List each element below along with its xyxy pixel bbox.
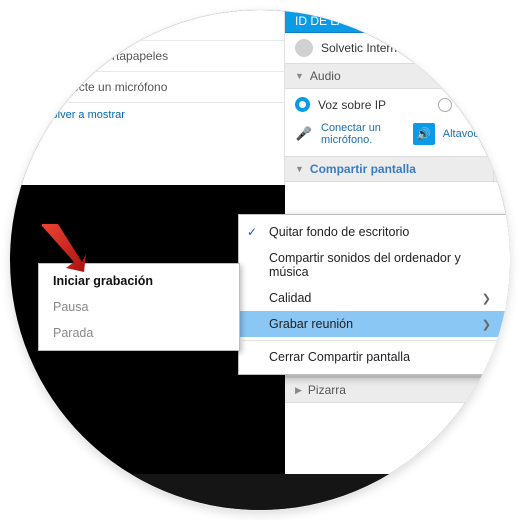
avatar (295, 39, 313, 57)
tray-monitor-icon[interactable]: 🖵 (421, 485, 433, 500)
do-not-show-link[interactable]: |o volver a mostrar (10, 103, 284, 127)
notifications-pane: …ectrónico …r en el portapapeles Conecte… (10, 10, 285, 185)
chevron-down-icon: ▼ (295, 71, 304, 81)
menu-share-sounds[interactable]: Compartir sonidos del ordenador y música (239, 245, 510, 285)
meeting-id-bar[interactable]: ID DE LA REU… (285, 10, 510, 33)
speaker-button[interactable]: 🔊 (413, 123, 435, 145)
radio-voip[interactable] (295, 97, 310, 112)
whiteboard-section-header[interactable]: ▶ Pizarra (285, 377, 510, 403)
phone-label: Teléfono (460, 98, 505, 112)
audio-mode-row: Voz sobre IP Teléfono (285, 89, 510, 118)
menu-record-meeting[interactable]: Grabar reunión ❯ (239, 311, 510, 337)
divider-pipe: | (28, 109, 37, 121)
chevron-right-icon: ▶ (295, 385, 302, 396)
microphone-icon: 🎤 (295, 126, 313, 142)
share-context-menu: ✓ Quitar fondo de escritorio Compartir s… (238, 214, 510, 375)
chevron-down-icon[interactable]: ▾ (500, 129, 505, 140)
gear-icon[interactable]: ⚙ (493, 157, 510, 181)
submenu-pause[interactable]: Pausa (39, 294, 239, 320)
audio-section-header[interactable]: ▼ Audio (285, 63, 510, 89)
tray-volume-icon[interactable]: 🔈 (445, 485, 460, 499)
notification-item: …r en el portapapeles (10, 41, 284, 72)
tray-chevron-icon[interactable]: ˄ (402, 485, 409, 499)
speakers-link[interactable]: Altavoces (443, 128, 491, 140)
tray-language[interactable]: ESP (472, 485, 496, 499)
share-screen-header[interactable]: ▼ Compartir pantalla ⚙ (285, 156, 510, 182)
check-icon: ✓ (247, 225, 257, 239)
menu-remove-background[interactable]: ✓ Quitar fondo de escritorio (239, 219, 510, 245)
presenter-row[interactable]: Solvetic Internet (Poner… (285, 33, 510, 63)
menu-separator (243, 340, 509, 341)
chevron-down-icon: ▼ (295, 164, 304, 174)
connect-mic-link[interactable]: Conectar un micrófono. (321, 122, 405, 146)
audio-devices-row: 🎤 Conectar un micrófono. 🔊 Altavoces ▾ (285, 118, 510, 156)
footer-url[interactable]: www.te… (285, 403, 510, 427)
menu-close-share[interactable]: Cerrar Compartir pantalla (239, 344, 510, 370)
presenter-name: Solvetic Internet (Poner… (321, 41, 458, 55)
submenu-start-recording[interactable]: Iniciar grabación (39, 268, 239, 294)
record-submenu: Iniciar grabación Pausa Parada (38, 263, 240, 351)
notification-item: Conecte un micrófono (10, 72, 284, 103)
submenu-stop[interactable]: Parada (39, 320, 239, 346)
chevron-right-icon: ❯ (482, 292, 491, 305)
notification-item: …ectrónico (10, 10, 284, 41)
radio-phone[interactable] (438, 98, 452, 112)
voip-label: Voz sobre IP (318, 98, 430, 112)
chevron-right-icon: ❯ (482, 318, 491, 331)
circular-viewport: …ectrónico …r en el portapapeles Conecte… (10, 10, 510, 510)
windows-taskbar: ˄ 🖵 🔈 ESP (10, 474, 510, 510)
menu-quality[interactable]: Calidad ❯ (239, 285, 510, 311)
